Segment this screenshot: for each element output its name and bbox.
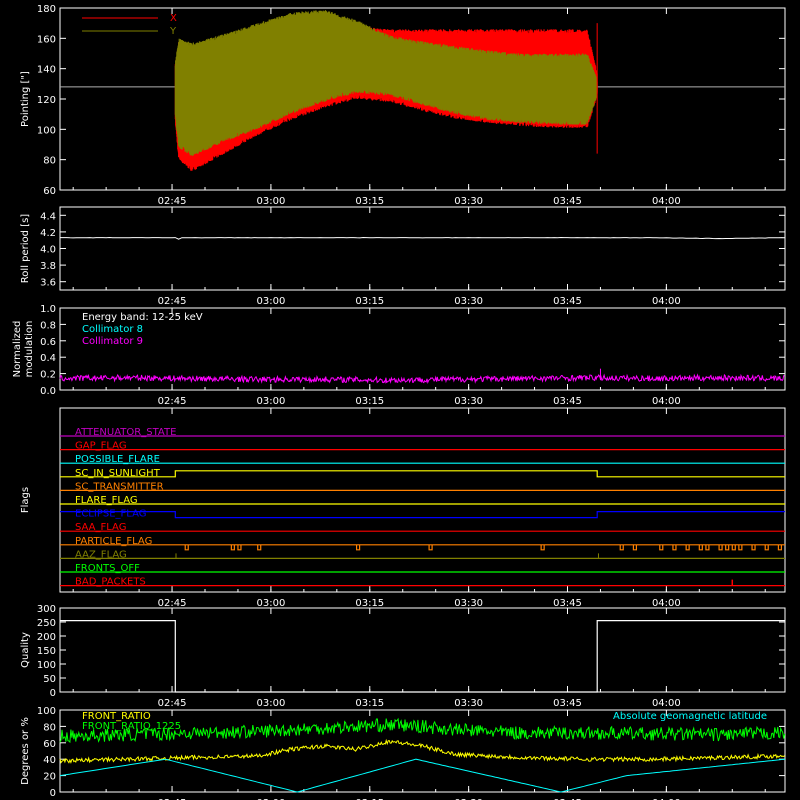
y-tick-label: 300 <box>37 604 56 615</box>
x-tick-label: 03:30 <box>454 296 483 307</box>
x-tick-label: 03:00 <box>256 698 285 709</box>
y-axis-label: modulation <box>24 321 35 378</box>
x-tick-label: 03:00 <box>256 196 285 207</box>
legend-label-x: X <box>170 13 177 24</box>
y-tick-label: 100 <box>37 660 56 671</box>
y-tick-label: 60 <box>43 186 56 197</box>
legend-label: Energy band: 12-25 keV <box>82 312 203 323</box>
legend-label-y: Y <box>169 26 177 37</box>
x-tick-label: 03:45 <box>553 296 582 307</box>
modulation-trace <box>59 373 785 385</box>
x-tick-label: 02:45 <box>158 296 187 307</box>
x-tick-label: 03:30 <box>454 698 483 709</box>
y-tick-label: 3.6 <box>40 278 56 289</box>
x-tick-label: 02:45 <box>158 698 187 709</box>
y-tick-label: 4.4 <box>40 211 56 222</box>
aaz-flag-blips <box>175 553 599 559</box>
y-tick-label: 120 <box>37 95 56 106</box>
x-tick-label: 02:45 <box>158 196 187 207</box>
y-tick-label: 4.0 <box>40 245 56 256</box>
y-tick-label: 40 <box>43 755 56 766</box>
legend-label: Collimator 9 <box>82 336 143 347</box>
y-tick-label: 0.6 <box>40 337 56 348</box>
y-tick-label: 0.8 <box>40 320 56 331</box>
y-tick-label: 4.2 <box>40 228 56 239</box>
instrument-summary-plot: 02:45 03:00 03:15 03:30 03:45 04:00 60 80 100 120… <box>12 4 786 800</box>
x-tick-label: 03:15 <box>355 598 384 609</box>
y-tick-label: 0 <box>50 688 56 699</box>
legend-label: FRONT_RATIO_1225 <box>82 721 181 732</box>
y-tick-label: 3.8 <box>40 261 56 272</box>
y-tick-label: 80 <box>43 722 56 733</box>
y-tick-label: 0.2 <box>40 370 56 381</box>
flag-trace-sc-in-sunlight <box>60 470 785 478</box>
y-axis-label: Quality <box>20 632 31 668</box>
x-tick-label: 03:30 <box>454 196 483 207</box>
quality-trace <box>60 620 785 693</box>
x-tick-label: 03:45 <box>553 598 582 609</box>
legend-label: Absolute geomagnetic latitude <box>613 711 767 722</box>
x-tick-label: 03:45 <box>553 196 582 207</box>
flag-label: ECLIPSE_FLAG <box>75 509 146 520</box>
roll-period-trace <box>60 236 786 240</box>
y-tick-label: 160 <box>37 34 56 45</box>
x-tick-label: 03:15 <box>355 396 384 407</box>
y-tick-label: 80 <box>43 156 56 167</box>
y-tick-label: 50 <box>43 674 56 685</box>
x-tick-label: 03:45 <box>553 698 582 709</box>
y-tick-label: 100 <box>37 706 56 717</box>
x-tick-label: 03:00 <box>256 598 285 609</box>
y-axis-label: Normalized <box>12 321 23 378</box>
y-tick-label: 0 <box>50 788 56 799</box>
y-tick-label: 20 <box>43 772 56 783</box>
x-tick-label: 03:15 <box>355 296 384 307</box>
y-tick-label: 140 <box>37 65 56 76</box>
y-axis-label: Pointing ["] <box>20 71 31 127</box>
x-tick-label: 03:00 <box>256 296 285 307</box>
y-axis-label: Roll period [s] <box>20 214 31 283</box>
y-tick-label: 100 <box>37 125 56 136</box>
x-tick-label: 03:30 <box>454 598 483 609</box>
y-tick-label: 200 <box>37 632 56 643</box>
y-tick-label: 0.0 <box>40 386 56 397</box>
ratio-trace-2 <box>59 758 786 793</box>
panel-frame <box>59 206 786 291</box>
y-tick-label: 150 <box>37 646 56 657</box>
ratio-trace-1 <box>59 738 786 764</box>
flag-trace-eclipse-flag <box>60 511 785 519</box>
x-tick-label: 04:00 <box>652 196 681 207</box>
particle-flag-blips <box>184 544 783 551</box>
y-tick-label: 250 <box>37 618 56 629</box>
x-tick-label: 03:15 <box>355 698 384 709</box>
y-tick-label: 1.0 <box>40 304 56 315</box>
x-tick-label: 03:15 <box>355 196 384 207</box>
y-tick-label: 0.4 <box>40 353 56 364</box>
x-tick-label: 03:30 <box>454 396 483 407</box>
y-axis-label: Degrees or % <box>20 717 31 785</box>
legend-label: Collimator 8 <box>82 324 143 335</box>
x-tick-label: 03:45 <box>553 396 582 407</box>
x-tick-label: 04:00 <box>652 698 681 709</box>
x-tick-label: 04:00 <box>652 598 681 609</box>
x-tick-label: 02:45 <box>158 396 187 407</box>
y-axis-label: Flags <box>20 487 31 513</box>
x-tick-label: 04:00 <box>652 296 681 307</box>
y-tick-label: 60 <box>43 739 56 750</box>
y-tick-label: 180 <box>37 4 56 15</box>
x-tick-label: 03:00 <box>256 396 285 407</box>
x-tick-label: 02:45 <box>158 598 187 609</box>
x-tick-label: 04:00 <box>652 396 681 407</box>
